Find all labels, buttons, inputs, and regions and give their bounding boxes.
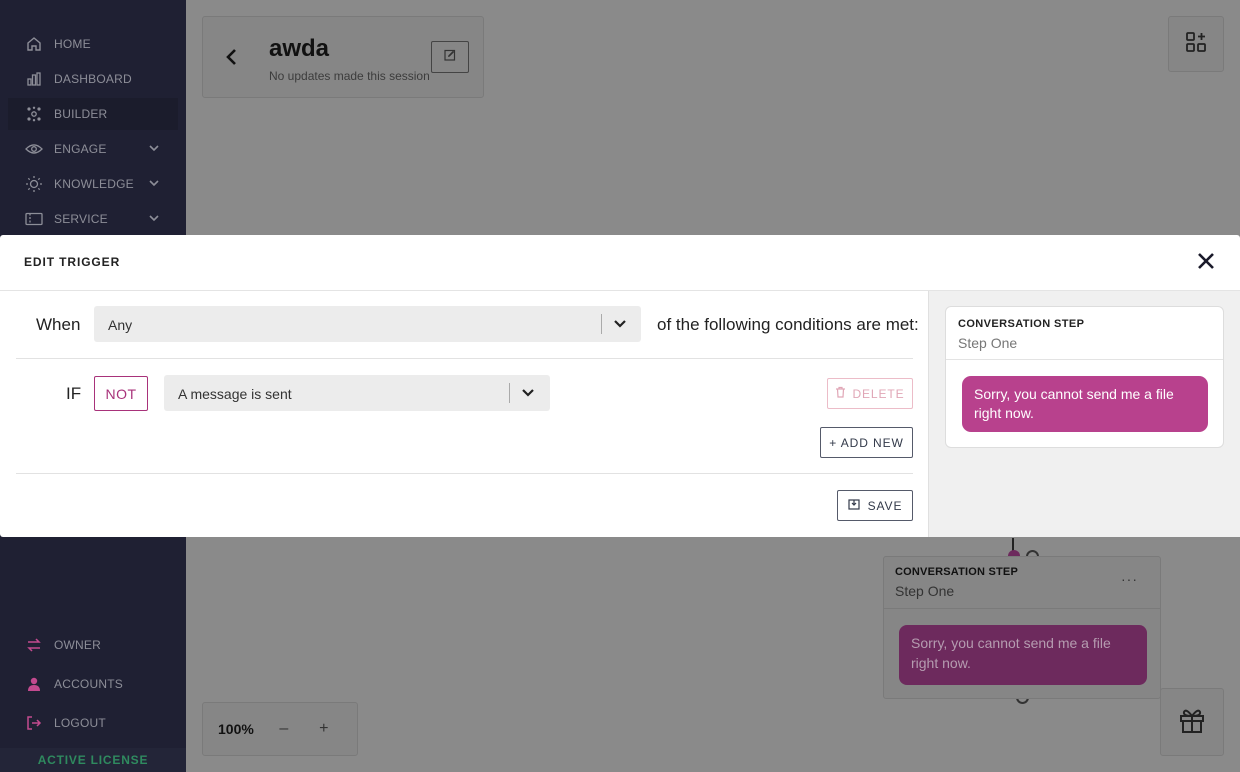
flow-name: awda bbox=[269, 35, 330, 62]
preview-step-type: CONVERSATION STEP bbox=[958, 318, 1085, 330]
conversation-step-node[interactable]: CONVERSATION STEP Step One ··· Sorry, yo… bbox=[883, 556, 1161, 699]
sidebar-item-home[interactable]: HOME bbox=[8, 28, 178, 60]
grid-plus-icon bbox=[1185, 31, 1207, 58]
sidebar-item-label: HOME bbox=[54, 37, 91, 51]
sidebar-item-builder[interactable]: BUILDER bbox=[8, 98, 178, 130]
step-header: CONVERSATION STEP Step One ··· bbox=[884, 557, 1160, 609]
not-toggle-button[interactable]: NOT bbox=[94, 376, 148, 411]
home-icon bbox=[24, 34, 44, 54]
sidebar-item-label: KNOWLEDGE bbox=[54, 177, 134, 191]
chevron-down-icon[interactable] bbox=[520, 386, 536, 405]
close-button[interactable] bbox=[1194, 251, 1218, 275]
zoom-control: 100% – + bbox=[202, 702, 358, 756]
sidebar-item-service[interactable]: SERVICE bbox=[8, 203, 178, 235]
lightbulb-icon bbox=[24, 174, 44, 194]
delete-label: DELETE bbox=[852, 386, 905, 401]
swap-icon bbox=[24, 635, 44, 655]
save-button[interactable]: SAVE bbox=[837, 490, 913, 521]
step-menu-button[interactable]: ··· bbox=[1121, 571, 1138, 587]
chevron-down-icon bbox=[148, 212, 160, 227]
step-type-label: CONVERSATION STEP bbox=[895, 566, 1018, 578]
sidebar-item-engage[interactable]: ENGAGE bbox=[8, 133, 178, 165]
divider bbox=[16, 473, 913, 474]
edit-name-button[interactable] bbox=[431, 41, 469, 73]
save-icon bbox=[848, 498, 860, 513]
preview-step-name: Step One bbox=[958, 335, 1018, 351]
sidebar-item-label: BUILDER bbox=[54, 107, 108, 121]
flow-title-card: awda No updates made this session bbox=[202, 16, 484, 98]
license-badge: ACTIVE LICENSE bbox=[0, 748, 186, 772]
sidebar-item-dashboard[interactable]: DASHBOARD bbox=[8, 63, 178, 95]
select-separator bbox=[509, 383, 510, 403]
chevron-down-icon bbox=[148, 142, 160, 157]
preview-message-bubble: Sorry, you cannot send me a file right n… bbox=[962, 376, 1208, 432]
match-type-select[interactable]: Any bbox=[94, 306, 641, 342]
condition-value: A message is sent bbox=[178, 386, 292, 402]
chevron-down-icon[interactable] bbox=[612, 317, 628, 336]
match-type-value: Any bbox=[108, 317, 133, 333]
close-icon bbox=[1197, 252, 1215, 275]
builder-icon bbox=[24, 104, 44, 124]
sidebar-item-label: ENGAGE bbox=[54, 142, 107, 156]
logout-icon bbox=[24, 713, 44, 733]
sidebar-item-logout[interactable]: LOGOUT bbox=[8, 707, 178, 739]
gift-button[interactable] bbox=[1160, 688, 1224, 756]
preview-step-card: CONVERSATION STEP Step One Sorry, you ca… bbox=[945, 306, 1224, 448]
zoom-in-button[interactable]: + bbox=[314, 720, 334, 738]
delete-condition-button[interactable]: DELETE bbox=[827, 378, 913, 409]
zoom-level: 100% bbox=[218, 721, 254, 737]
add-widget-button[interactable] bbox=[1168, 16, 1224, 72]
back-arrow-icon[interactable] bbox=[225, 47, 239, 72]
modal-title: EDIT TRIGGER bbox=[24, 255, 121, 269]
trash-icon bbox=[835, 386, 846, 401]
sidebar-item-label: LOGOUT bbox=[54, 716, 106, 730]
select-separator bbox=[601, 314, 602, 334]
sidebar-item-accounts[interactable]: ACCOUNTS bbox=[8, 668, 178, 700]
sidebar-item-label: SERVICE bbox=[54, 212, 108, 226]
eye-icon bbox=[24, 139, 44, 159]
sidebar-item-label: ACCOUNTS bbox=[54, 677, 123, 691]
chevron-down-icon bbox=[148, 177, 160, 192]
condition-select[interactable]: A message is sent bbox=[164, 375, 550, 411]
edit-icon bbox=[444, 48, 456, 66]
modal-header: EDIT TRIGGER bbox=[0, 235, 1240, 291]
dashboard-icon bbox=[24, 69, 44, 89]
divider bbox=[16, 358, 913, 359]
edit-trigger-modal: EDIT TRIGGER When Any of the following c… bbox=[0, 235, 1240, 537]
zoom-out-button[interactable]: – bbox=[274, 720, 294, 738]
preview-step-header: CONVERSATION STEP Step One bbox=[946, 307, 1223, 360]
gift-icon bbox=[1178, 706, 1206, 739]
trigger-conditions-pane: When Any of the following conditions are… bbox=[0, 291, 928, 537]
message-bubble: Sorry, you cannot send me a file right n… bbox=[899, 625, 1147, 685]
add-new-condition-button[interactable]: + ADD NEW bbox=[820, 427, 913, 458]
save-label: SAVE bbox=[867, 498, 903, 513]
sidebar-item-owner[interactable]: OWNER bbox=[8, 629, 178, 661]
if-label: IF bbox=[66, 384, 82, 403]
step-name: Step One bbox=[895, 583, 955, 599]
step-preview-pane: CONVERSATION STEP Step One Sorry, you ca… bbox=[928, 291, 1240, 537]
when-label: When bbox=[36, 315, 81, 334]
sidebar-item-label: DASHBOARD bbox=[54, 72, 132, 86]
sidebar-item-knowledge[interactable]: KNOWLEDGE bbox=[8, 168, 178, 200]
conditions-text: of the following conditions are met: bbox=[657, 315, 919, 334]
user-icon bbox=[24, 674, 44, 694]
ticket-icon bbox=[24, 209, 44, 229]
sidebar-item-label: OWNER bbox=[54, 638, 101, 652]
flow-status: No updates made this session bbox=[269, 69, 430, 83]
